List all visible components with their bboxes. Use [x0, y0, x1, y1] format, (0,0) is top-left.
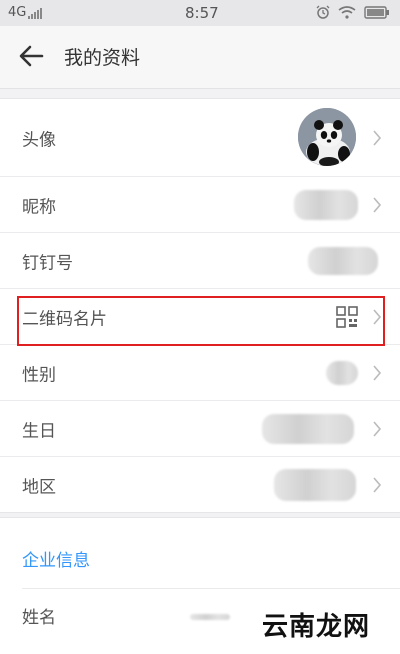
row-label: 钉钉号	[22, 253, 73, 273]
chevron-right-icon	[373, 420, 382, 437]
row-gender[interactable]: 性别	[0, 345, 400, 401]
row-region[interactable]: 地区	[0, 457, 400, 512]
row-nickname[interactable]: 昵称	[0, 177, 400, 233]
blurred-value	[308, 246, 378, 275]
panda-avatar-image	[298, 108, 356, 166]
network-indicator: 4G	[8, 5, 43, 20]
row-label: 二维码名片	[22, 309, 107, 329]
section-title: 企业信息	[22, 551, 90, 571]
page-title: 我的资料	[64, 47, 141, 69]
status-time: 8:57	[185, 4, 219, 22]
app-header: 我的资料	[0, 26, 400, 89]
chevron-right-icon	[373, 129, 382, 146]
chevron-right-icon	[373, 476, 382, 493]
row-avatar[interactable]: 头像	[0, 99, 400, 177]
battery-icon	[364, 5, 389, 19]
row-label: 头像	[22, 130, 56, 150]
alarm-icon	[316, 5, 330, 19]
row-label: 地区	[22, 477, 56, 497]
row-label: 生日	[22, 421, 56, 441]
profile-page: 4G 8:57 我的资料 头像 昵称 钉钉号 二维码名片 性别 生日 地区 企业…	[0, 0, 400, 654]
avatar	[298, 108, 356, 166]
blurred-value	[294, 189, 358, 220]
row-label: 昵称	[22, 197, 56, 217]
status-bar: 4G 8:57	[0, 0, 400, 26]
back-arrow-icon[interactable]	[18, 43, 44, 69]
network-type: 4G	[8, 5, 27, 20]
wifi-icon	[338, 5, 356, 19]
row-label: 性别	[22, 365, 56, 385]
row-label-name: 姓名	[22, 608, 56, 628]
watermark: 云南龙网	[262, 612, 371, 642]
blurred-value	[326, 360, 358, 385]
blurred-value	[274, 468, 356, 501]
signal-icon	[28, 7, 43, 19]
row-birthday[interactable]: 生日	[0, 401, 400, 457]
divider	[22, 588, 400, 589]
chevron-right-icon	[373, 364, 382, 381]
status-icons	[316, 5, 390, 19]
row-qr-card[interactable]: 二维码名片	[0, 289, 400, 345]
blurred-value	[190, 614, 230, 620]
qr-code-icon	[336, 305, 358, 328]
chevron-right-icon	[373, 196, 382, 213]
blurred-value	[262, 413, 354, 444]
profile-list: 头像 昵称 钉钉号 二维码名片 性别 生日 地区	[0, 98, 400, 513]
chevron-right-icon	[373, 308, 382, 325]
row-dingtalk-id: 钉钉号	[0, 233, 400, 289]
